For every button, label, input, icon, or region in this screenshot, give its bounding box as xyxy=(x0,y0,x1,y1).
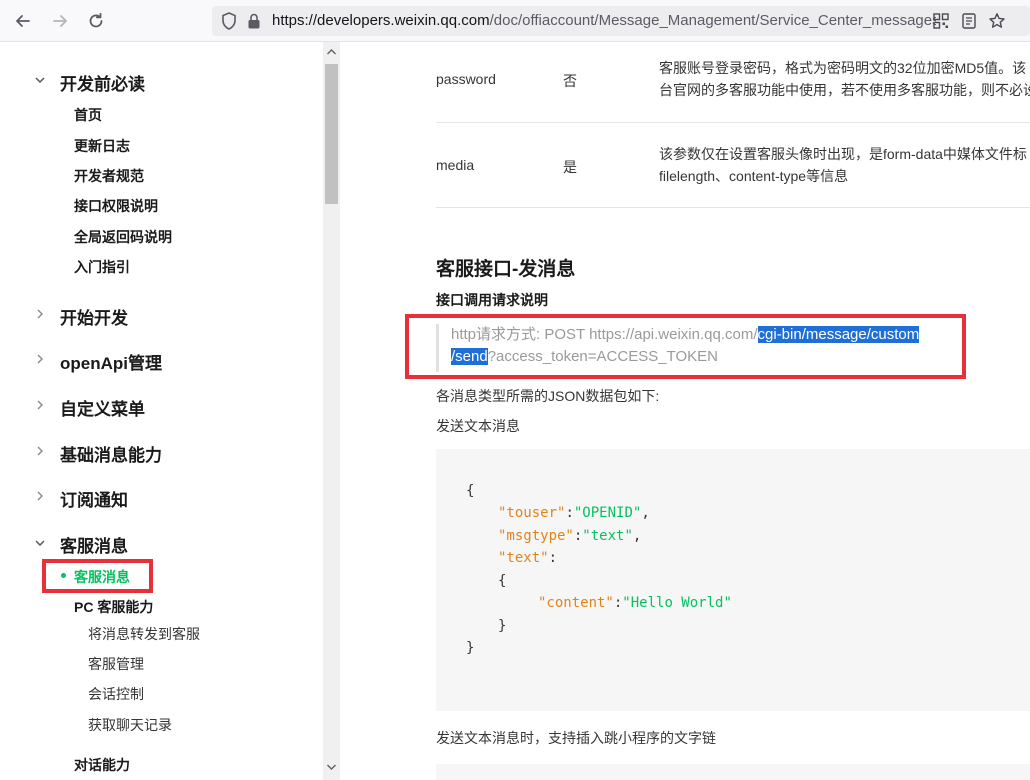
code-brace: { xyxy=(498,573,507,589)
section-subheading: 接口调用请求说明 xyxy=(436,292,548,308)
sidebar-item-kf-management[interactable]: 客服管理 xyxy=(88,654,144,674)
sidebar-section-dev-prereq[interactable]: 开发前必读 xyxy=(60,70,145,95)
chevron-right-icon[interactable] xyxy=(34,353,46,365)
code-brace: { xyxy=(466,483,475,499)
browser-toolbar: https://developers.weixin.qq.com/doc/off… xyxy=(0,0,1030,42)
url-host: https://developers.weixin.qq.com xyxy=(272,12,490,29)
sidebar-item-session-control[interactable]: 会话控制 xyxy=(88,684,144,704)
code-line: } xyxy=(466,637,474,660)
sidebar-item-getting-started[interactable]: 入门指引 xyxy=(74,257,130,277)
param-desc-line: 客服账号登录密码，格式为密码明文的32位加密MD5值。该 xyxy=(659,60,1027,76)
chevron-down-icon[interactable] xyxy=(34,537,46,549)
link-note-text: 发送文本消息时，支持插入跳小程序的文字链 xyxy=(436,730,716,746)
sidebar-section-custom-menu[interactable]: 自定义菜单 xyxy=(60,395,145,420)
code-line: } xyxy=(498,615,506,638)
reload-icon[interactable] xyxy=(86,11,106,31)
bookmark-star-icon[interactable] xyxy=(988,12,1006,30)
param-desc-line: 台官网的多客服功能中使用，若不使用多客服功能，则不必设 xyxy=(659,82,1030,98)
code-brace: } xyxy=(466,640,475,656)
sidebar-item-global-return-codes[interactable]: 全局返回码说明 xyxy=(74,227,172,247)
doc-sidebar: 开发前必读 首页 更新日志 开发者规范 接口权限说明 全局返回码说明 入门指引 … xyxy=(0,42,323,780)
param-name: media xyxy=(436,157,475,173)
code-key: "msgtype" xyxy=(498,528,574,544)
url-path: /doc/offiaccount/Message_Management/Serv… xyxy=(489,12,936,29)
sidebar-section-customer-service[interactable]: 客服消息 xyxy=(60,532,128,557)
json-intro-text: 各消息类型所需的JSON数据包如下: xyxy=(436,388,660,404)
chevron-right-icon[interactable] xyxy=(34,490,46,502)
sidebar-scrollbar[interactable] xyxy=(323,42,340,780)
chevron-right-icon[interactable] xyxy=(34,399,46,411)
sidebar-item-forward-to-kf[interactable]: 将消息转发到客服 xyxy=(88,624,200,644)
sidebar-section-openapi[interactable]: openApi管理 xyxy=(60,349,162,374)
code-key: "text" xyxy=(498,550,549,566)
sidebar-item-chat-records[interactable]: 获取聊天记录 xyxy=(88,715,172,735)
code-line: "touser":"OPENID", xyxy=(498,505,650,521)
param-desc: 该参数仅在设置客服头像时出现，是form-data中媒体文件标 fileleng… xyxy=(659,143,1030,187)
chevron-right-icon[interactable] xyxy=(34,445,46,457)
sidebar-item-dev-spec[interactable]: 开发者规范 xyxy=(74,166,144,186)
sidebar-group-pc[interactable]: PC 客服能力 xyxy=(74,597,153,617)
address-bar[interactable]: https://developers.weixin.qq.com/doc/off… xyxy=(212,6,1030,36)
code-line: "content":"Hello World" xyxy=(538,595,732,611)
sidebar-item-home[interactable]: 首页 xyxy=(74,105,102,125)
code-value: "text" xyxy=(582,528,633,544)
annotation-box-sidebar xyxy=(42,559,153,593)
sidebar-group-dialog[interactable]: 对话能力 xyxy=(74,755,130,775)
code-value: "Hello World" xyxy=(622,595,732,611)
forward-arrow-icon[interactable] xyxy=(50,11,70,31)
qr-code-icon[interactable] xyxy=(932,12,950,30)
code-line: { xyxy=(466,480,474,503)
code-key: "touser" xyxy=(498,505,566,521)
sidebar-section-basic-message[interactable]: 基础消息能力 xyxy=(60,441,162,466)
table-row: password 否 客服账号登录密码，格式为密码明文的32位加密MD5值。该 … xyxy=(436,42,1030,123)
shield-icon[interactable] xyxy=(220,11,238,31)
back-arrow-icon[interactable] xyxy=(13,11,33,31)
code-block: { "touser":"OPENID", "msgtype":"text", "… xyxy=(436,449,1030,711)
param-desc: 客服账号登录密码，格式为密码明文的32位加密MD5值。该 台官网的多客服功能中使… xyxy=(659,57,1030,101)
scroll-up-arrow-icon[interactable] xyxy=(326,47,337,57)
code-line: { xyxy=(498,570,506,593)
param-name: password xyxy=(436,71,496,87)
section-heading: 客服接口-发消息 xyxy=(436,259,576,280)
param-required: 否 xyxy=(563,73,577,89)
code-value: "OPENID" xyxy=(573,505,642,521)
sidebar-section-subscribe[interactable]: 订阅通知 xyxy=(60,486,128,511)
lock-icon[interactable] xyxy=(246,12,262,30)
chevron-down-icon[interactable] xyxy=(34,74,46,86)
sidebar-item-api-permission[interactable]: 接口权限说明 xyxy=(74,196,158,216)
annotation-box-request xyxy=(405,314,966,379)
param-desc-line: filelength、content-type等信息 xyxy=(659,168,849,184)
sidebar-section-start-dev[interactable]: 开始开发 xyxy=(60,304,128,329)
doc-content: password 否 客服账号登录密码，格式为密码明文的32位加密MD5值。该 … xyxy=(340,42,1030,780)
url-text[interactable]: https://developers.weixin.qq.com/doc/off… xyxy=(272,12,936,30)
code-key: "content" xyxy=(538,595,614,611)
send-text-label: 发送文本消息 xyxy=(436,418,520,434)
code-block-next xyxy=(436,764,1030,780)
code-line: "text": xyxy=(498,550,558,566)
code-brace: } xyxy=(498,618,507,634)
sidebar-item-changelog[interactable]: 更新日志 xyxy=(74,136,130,156)
scroll-down-arrow-icon[interactable] xyxy=(326,762,337,772)
table-row: media 是 该参数仅在设置客服头像时出现，是form-data中媒体文件标 … xyxy=(436,123,1030,208)
chevron-right-icon[interactable] xyxy=(34,308,46,320)
code-line: "msgtype":"text", xyxy=(498,528,642,544)
param-required: 是 xyxy=(563,159,577,175)
reader-view-icon[interactable] xyxy=(960,12,978,30)
param-desc-line: 该参数仅在设置客服头像时出现，是form-data中媒体文件标 xyxy=(659,146,1027,162)
scrollbar-thumb[interactable] xyxy=(325,64,338,204)
